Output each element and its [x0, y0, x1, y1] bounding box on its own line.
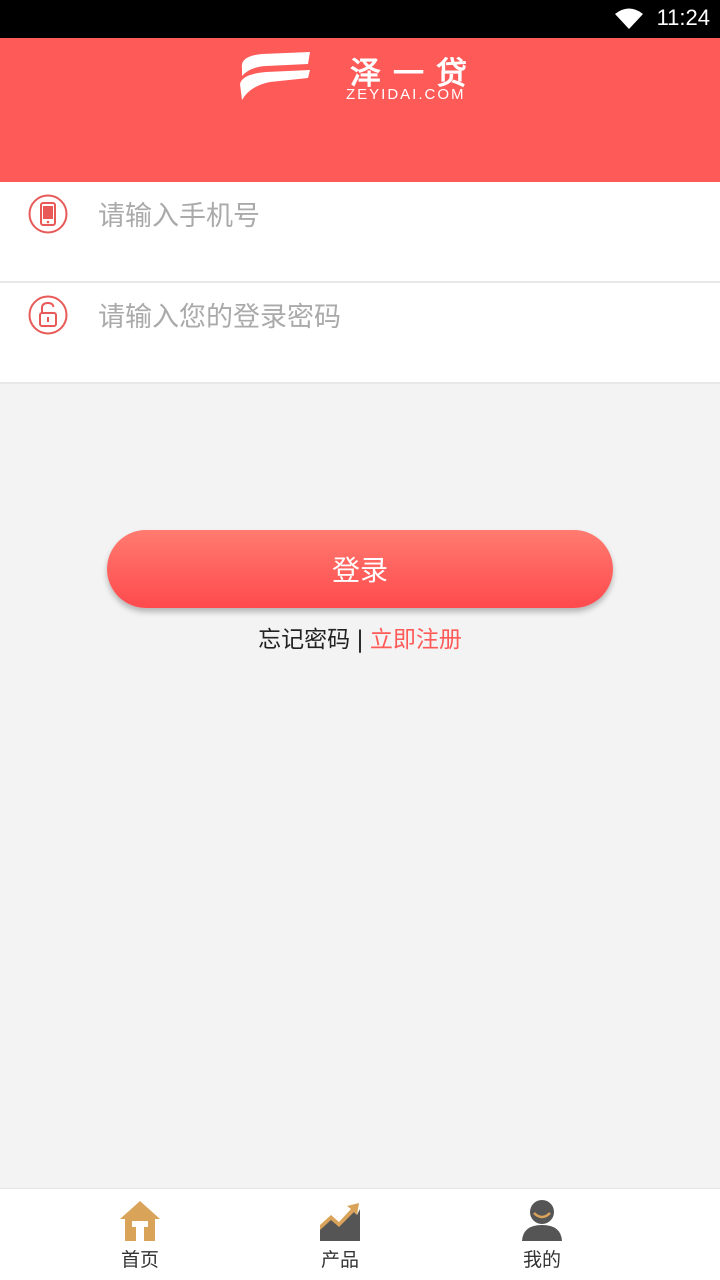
tab-products[interactable]: 产品	[280, 1189, 400, 1280]
home-icon	[120, 1201, 160, 1241]
login-form	[0, 182, 720, 384]
link-separator: |	[356, 627, 364, 653]
wifi-icon	[615, 8, 643, 29]
login-button[interactable]: 登录	[107, 530, 613, 608]
register-link[interactable]: 立即注册	[370, 627, 462, 653]
chart-icon	[320, 1203, 360, 1241]
tab-home[interactable]: 首页	[80, 1189, 200, 1280]
brand-subtitle: ZEYIDAI.COM	[346, 86, 466, 103]
password-input[interactable]	[98, 289, 698, 345]
zeyidai-logo-icon	[240, 52, 310, 100]
password-field	[0, 283, 720, 384]
phone-input[interactable]	[98, 188, 698, 244]
user-icon	[522, 1200, 562, 1241]
tab-mine[interactable]: 我的	[482, 1189, 602, 1280]
lock-icon	[28, 295, 68, 335]
forgot-password-link[interactable]: 忘记密码	[258, 627, 350, 653]
status-time: 11:24	[656, 5, 710, 30]
tab-products-label: 产品	[320, 1249, 359, 1271]
status-bar: 11:24	[0, 0, 720, 38]
phone-field	[0, 182, 720, 283]
phone-icon	[28, 194, 68, 234]
tab-mine-label: 我的	[522, 1249, 561, 1271]
bottom-tab-bar: 首页 产品 我的	[0, 1188, 720, 1280]
auth-links: 忘记密码 | 立即注册	[0, 620, 720, 654]
tab-home-label: 首页	[120, 1249, 159, 1271]
app-header: 泽一贷 ZEYIDAI.COM	[0, 38, 720, 182]
